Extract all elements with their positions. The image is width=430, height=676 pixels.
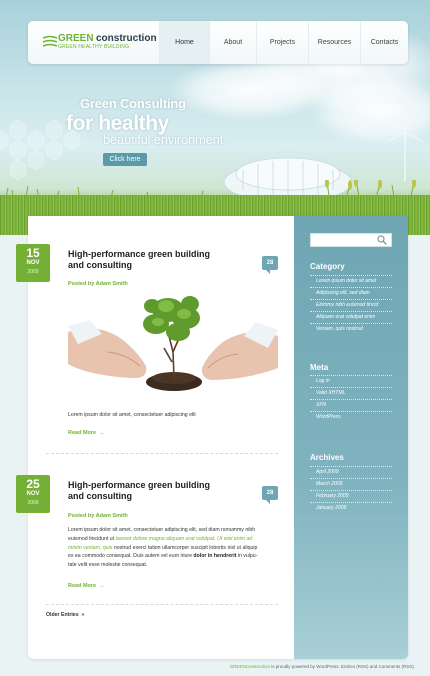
- post-title[interactable]: High-performance green building and cons…: [68, 480, 228, 502]
- post-body-line: euismod tincidunt ut laoreet dolore magn…: [68, 535, 278, 544]
- sidebar-rule: [310, 466, 392, 467]
- sidebar-item-meta[interactable]: WordPress: [316, 414, 341, 420]
- post-body-line: minim veniam, quis nostrud exerci tation…: [68, 544, 278, 553]
- read-more-link[interactable]: Read More →: [68, 430, 105, 436]
- sidebar-item-archive[interactable]: February 2009: [316, 493, 349, 499]
- post-body: Lorem ipsum dolor sit amet, consectetuer…: [68, 526, 278, 570]
- hero-title-line-3: beautiful environment: [103, 132, 224, 147]
- nav-home[interactable]: Home: [159, 21, 209, 64]
- nav-contacts[interactable]: Contacts: [360, 21, 408, 64]
- comment-count[interactable]: 28: [262, 486, 278, 504]
- post-title-line-2[interactable]: and consulting: [68, 260, 228, 271]
- top-navigation: GREEN construction GREEN HEALTHY BUILDIN…: [28, 21, 408, 64]
- sidebar-rule: [310, 387, 392, 388]
- logo-word-green: GREEN: [58, 33, 94, 44]
- post-date-badge: 15 NOV 2009: [16, 244, 50, 282]
- sidebar-rule: [310, 502, 392, 503]
- meta-heading: Meta: [310, 363, 329, 372]
- post-body-line: ex ea commodo consequat. Duis autem vel …: [68, 552, 278, 561]
- post-date-badge: 25 NOV 2009: [16, 475, 50, 513]
- sidebar-rule: [310, 287, 392, 288]
- post-excerpt: Lorem ipsum dolor sit amet, consectetuer…: [68, 412, 196, 418]
- sidebar-rule: [310, 275, 392, 276]
- post-body-bold: dolor in hendrerit: [191, 553, 237, 560]
- click-here-button[interactable]: Click here: [103, 153, 147, 166]
- wind-turbine-icon: [388, 114, 422, 182]
- sidebar-rule: [310, 411, 392, 412]
- post-body-text: in vulpu-: [236, 553, 258, 560]
- sidebar-rule: [310, 375, 392, 376]
- sidebar-rule: [310, 323, 392, 324]
- post-month: NOV: [26, 260, 40, 266]
- sidebar-rule: [310, 399, 392, 400]
- hero-title-line-1: Green Consulting: [80, 96, 186, 111]
- sidebar-item-category[interactable]: Lorem ipsum dolor sit amet: [316, 278, 376, 284]
- sidebar-item-category[interactable]: Aliquam erat volutpat enim: [316, 314, 375, 320]
- sidebar-rule: [310, 311, 392, 312]
- arrow-right-icon: »: [80, 612, 85, 618]
- post-title-line-1[interactable]: High-performance green building: [68, 249, 228, 260]
- leaf-stripes-icon: [43, 35, 57, 47]
- post-month: NOV: [26, 491, 40, 497]
- older-entries-link[interactable]: Older Entries »: [46, 612, 84, 618]
- sidebar-item-meta[interactable]: Valid XHTML: [316, 390, 345, 396]
- hands-holding-tree-image: [68, 292, 278, 402]
- post-title-line-2[interactable]: and consulting: [68, 491, 228, 502]
- post-author: Posted by Adam Smith: [68, 513, 128, 519]
- post-author: Posted by Adam Smith: [68, 281, 128, 287]
- older-entries-label[interactable]: Older Entries: [46, 612, 79, 618]
- nav-projects[interactable]: Projects: [256, 21, 308, 64]
- cloud: [170, 60, 330, 120]
- sidebar-rule: [310, 478, 392, 479]
- post-divider: [46, 453, 278, 454]
- sidebar-item-category[interactable]: Veniam, quis nostrud: [316, 326, 363, 332]
- post-title[interactable]: High-performance green building and cons…: [68, 249, 228, 271]
- logo-word-construction: construction: [96, 33, 157, 44]
- sidebar-item-archive[interactable]: January 2009: [316, 505, 346, 511]
- category-heading: Category: [310, 262, 345, 271]
- post-body-text: ex ea commodo consequat. Duis autem vel …: [68, 553, 192, 560]
- post-divider: [46, 604, 278, 605]
- post-body-text: euismod tincidunt ut: [68, 535, 115, 542]
- post-day: 15: [26, 246, 40, 260]
- post-body-text: nostrud exerci tation ullamcorper suscip…: [112, 544, 258, 551]
- archives-heading: Archives: [310, 453, 344, 462]
- read-more-link[interactable]: Read More →: [68, 583, 105, 589]
- post-body-highlight: minim veniam, quis: [68, 544, 113, 551]
- post-title-line-1[interactable]: High-performance green building: [68, 480, 228, 491]
- read-more-label[interactable]: Read More: [68, 430, 96, 436]
- sidebar-rule: [310, 299, 392, 300]
- post-body-line: Lorem ipsum dolor sit amet, consectetuer…: [68, 526, 278, 535]
- read-more-label[interactable]: Read More: [68, 583, 96, 589]
- sidebar-item-meta[interactable]: XFN: [316, 402, 326, 408]
- comment-count[interactable]: 28: [262, 256, 278, 274]
- site-logo[interactable]: GREEN construction GREEN HEALTHY BUILDIN…: [43, 33, 173, 53]
- post-body-text: Lorem ipsum dolor sit amet, consectetuer…: [68, 527, 256, 533]
- footer: GREENconstruction is proudly powered by …: [210, 664, 415, 669]
- arrow-right-icon: →: [97, 430, 105, 436]
- nav-about[interactable]: About: [209, 21, 256, 64]
- footer-text: is proudly powered by WordPress. Entries…: [270, 664, 415, 669]
- search-icon[interactable]: [377, 235, 387, 245]
- footer-brand-link[interactable]: GREENconstruction: [230, 664, 270, 669]
- post-body-highlight: laoreet dolore magna aliquam erat volutp…: [114, 535, 253, 542]
- logo-tagline: GREEN HEALTHY BUILDING: [58, 44, 130, 50]
- post-year: 2009: [27, 500, 39, 506]
- sidebar-item-archive[interactable]: April 2009: [316, 469, 339, 475]
- arrow-right-icon: →: [97, 583, 105, 589]
- post-body-text: tate velit esse molestie consequat.: [68, 562, 148, 569]
- sidebar-rule: [310, 490, 392, 491]
- post-body-line: tate velit esse molestie consequat.: [68, 561, 278, 570]
- post-year: 2009: [27, 269, 39, 275]
- post-day: 25: [26, 477, 40, 491]
- nav-resources[interactable]: Resources: [308, 21, 360, 64]
- sidebar-item-category[interactable]: Elommy nibh euismod tincid: [316, 302, 378, 308]
- sidebar-item-category[interactable]: Adipiscing elit, sed diam: [316, 290, 370, 296]
- sidebar-item-archive[interactable]: March 2009: [316, 481, 342, 487]
- sidebar-item-meta[interactable]: Log in: [316, 378, 330, 384]
